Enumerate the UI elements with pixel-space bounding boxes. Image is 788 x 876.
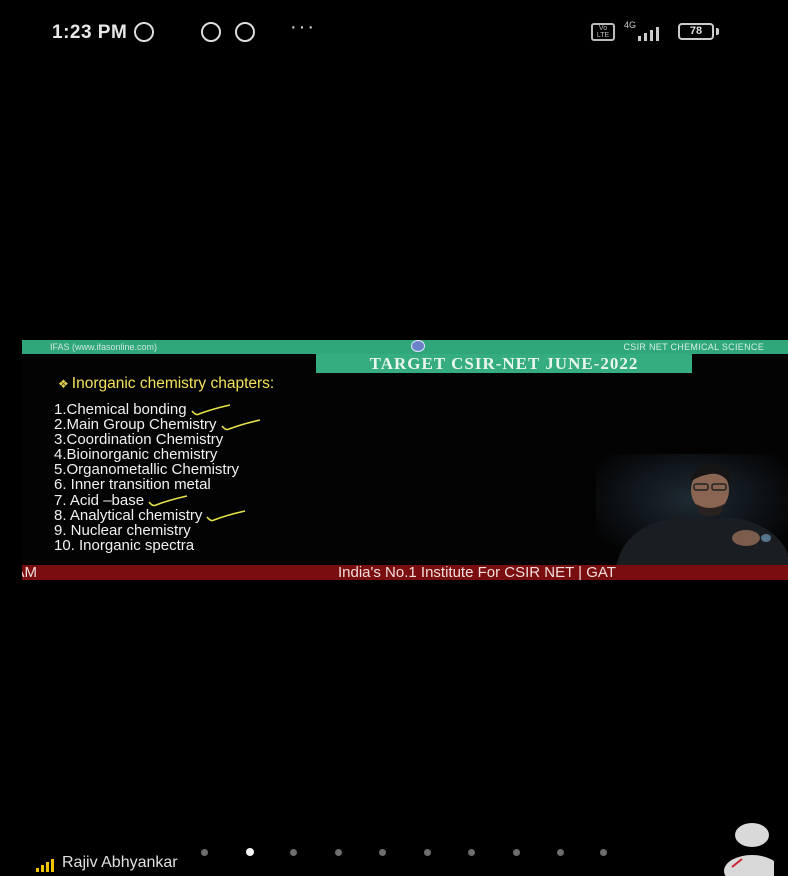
list-item: 7. Acid –base: [54, 493, 262, 508]
participant-name: Rajiv Abhyankar: [62, 854, 178, 871]
page-dot[interactable]: [557, 849, 564, 856]
page-dot[interactable]: [290, 849, 297, 856]
notification-icon: [235, 22, 255, 42]
notification-icon: [201, 22, 221, 42]
check-mark-icon: [206, 509, 246, 522]
news-ticker: -JAM India's No.1 Institute For CSIR NET…: [22, 565, 788, 580]
network-type: 4G: [624, 20, 637, 30]
list-item: 5.Organometallic Chemistry: [54, 462, 262, 477]
page-dot[interactable]: [335, 849, 342, 856]
connection-strength-icon: [36, 859, 54, 872]
ticker-right-text: India's No.1 Institute For CSIR NET | GA…: [338, 564, 616, 580]
battery-icon: 78: [678, 23, 714, 40]
more-notifications-icon: ···: [290, 16, 316, 38]
chapter-list: 1.Chemical bonding 2.Main Group Chemistr…: [54, 402, 262, 553]
presenter-image: [596, 454, 788, 566]
list-item: 3.Coordination Chemistry: [54, 432, 262, 447]
page-indicator: [195, 846, 615, 856]
channel-label: CSIR NET CHEMICAL SCIENCE: [623, 342, 764, 352]
shared-video[interactable]: IFAS (www.ifasonline.com) CSIR NET CHEMI…: [22, 340, 788, 580]
list-item: 6. Inner transition metal: [54, 477, 262, 492]
list-item: 10. Inorganic spectra: [54, 538, 262, 553]
source-label: IFAS (www.ifasonline.com): [50, 342, 158, 352]
target-banner: TARGET CSIR-NET JUNE-2022: [316, 354, 692, 373]
page-dot[interactable]: [379, 849, 386, 856]
page-dot[interactable]: [513, 849, 520, 856]
check-mark-icon: [190, 404, 230, 416]
page-dot-active[interactable]: [246, 848, 254, 856]
list-item: 2.Main Group Chemistry: [54, 417, 262, 432]
list-item: 9. Nuclear chemistry: [54, 523, 262, 538]
list-item: 4.Bioinorganic chemistry: [54, 447, 262, 462]
list-item: 1.Chemical bonding: [54, 402, 262, 417]
chapters-heading: ❖ Inorganic chemistry chapters:: [58, 375, 274, 393]
status-time: 1:23 PM: [52, 22, 128, 43]
chapters-heading-text: Inorganic chemistry chapters:: [71, 375, 275, 392]
diamond-bullet-icon: ❖: [58, 377, 69, 391]
signal-icon: [638, 27, 659, 41]
page-dot[interactable]: [600, 849, 607, 856]
list-item: 8. Analytical chemistry: [54, 508, 262, 523]
chapter-label: 10. Inorganic spectra: [54, 536, 195, 554]
status-bar: 1:23 PM ··· Vo LTE 4G 78: [0, 0, 788, 62]
logo-icon: [411, 340, 425, 352]
volte-icon: Vo LTE: [591, 23, 615, 41]
check-mark-icon: [148, 494, 188, 506]
page-dot[interactable]: [201, 849, 208, 856]
screen: 1:23 PM ··· Vo LTE 4G 78 IFAS (www.ifason…: [0, 0, 788, 876]
avatar[interactable]: [722, 823, 774, 876]
battery-nub: [716, 28, 719, 35]
video-header-bar: IFAS (www.ifasonline.com) CSIR NET CHEMI…: [22, 340, 788, 354]
page-dot[interactable]: [424, 849, 431, 856]
page-dot[interactable]: [468, 849, 475, 856]
ticker-left-text: -JAM: [22, 564, 37, 580]
check-mark-icon: [220, 419, 260, 431]
whatsapp-icon: [134, 22, 154, 42]
